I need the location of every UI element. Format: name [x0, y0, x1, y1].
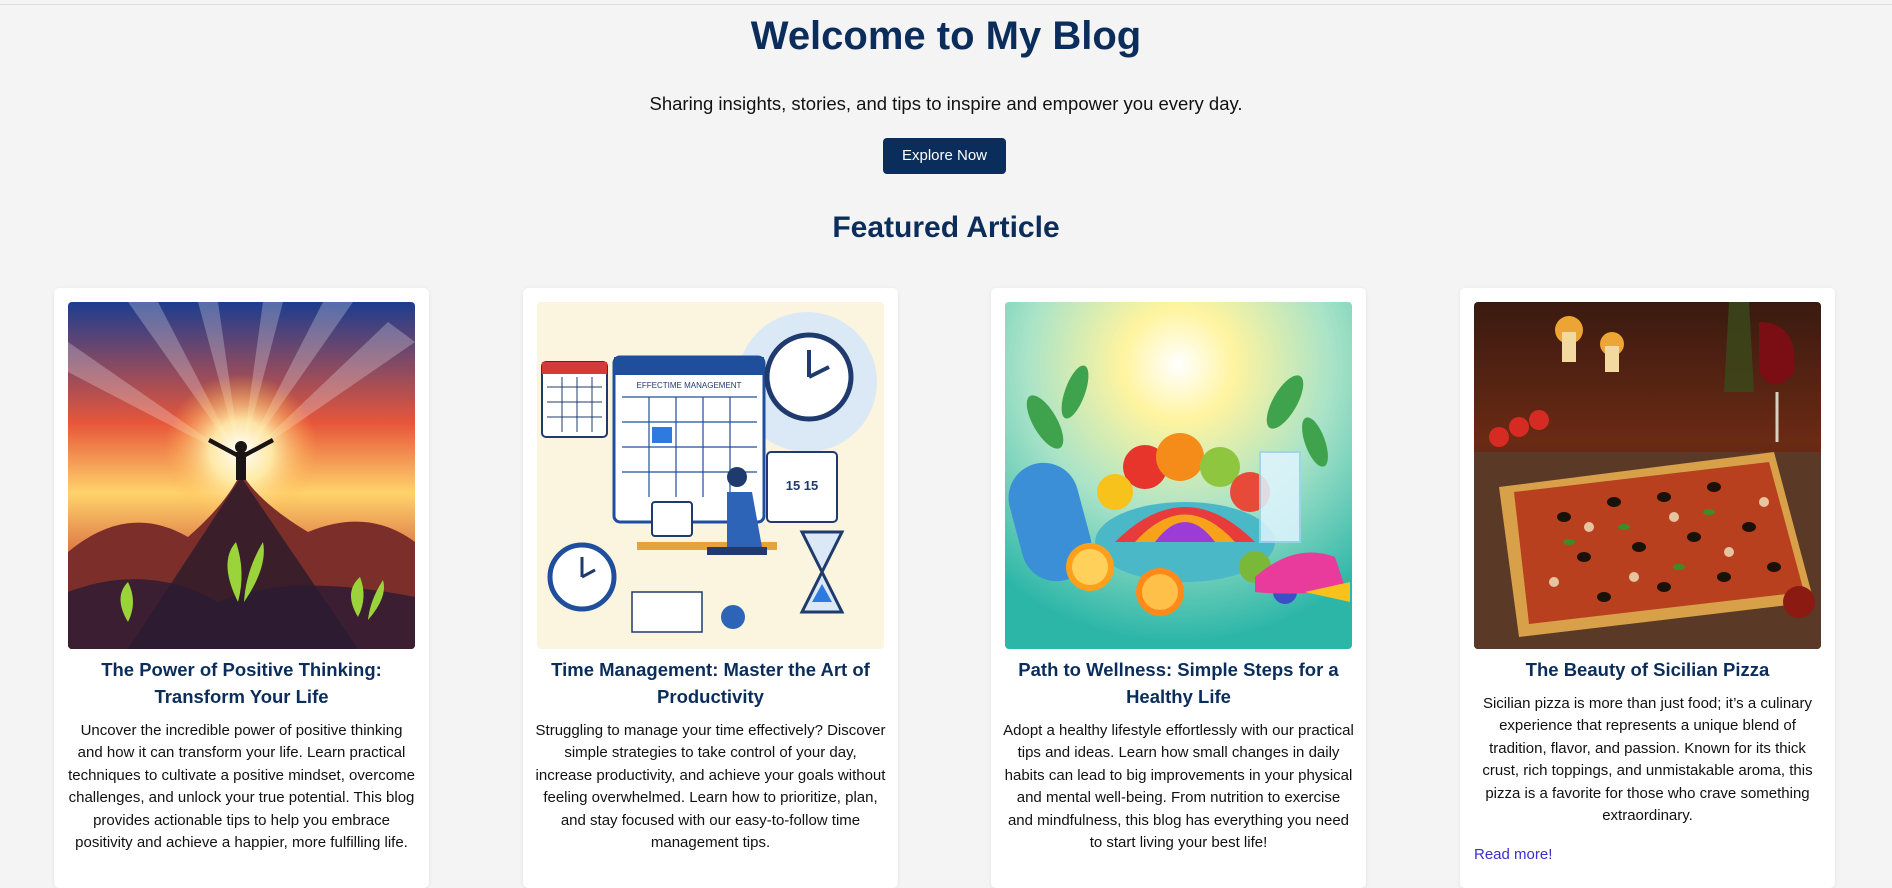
pizza-photo: [1474, 302, 1821, 649]
article-excerpt: Uncover the incredible power of positive…: [68, 722, 415, 852]
article-excerpt: Struggling to manage your time effective…: [535, 722, 886, 852]
positive-thinking-image[interactable]: [68, 302, 415, 649]
article-title[interactable]: Path to Wellness: Simple Steps for a Hea…: [1005, 656, 1352, 710]
article-title[interactable]: The Beauty of Sicilian Pizza: [1474, 656, 1821, 683]
read-more-link[interactable]: Read more!: [1474, 846, 1552, 863]
article-title[interactable]: Time Management: Master the Art of Produ…: [537, 656, 884, 710]
article-card-wellness: Path to Wellness: Simple Steps for a Hea…: [991, 288, 1366, 888]
article-card-positive-thinking: The Power of Positive Thinking: Transfor…: [54, 288, 429, 888]
svg-text:15 15: 15 15: [786, 478, 819, 493]
page-title: Welcome to My Blog: [750, 14, 1142, 58]
article-excerpt: Adopt a healthy lifestyle effortlessly w…: [1003, 722, 1354, 852]
sicilian-pizza-image[interactable]: [1474, 302, 1821, 649]
article-title[interactable]: The Power of Positive Thinking: Transfor…: [68, 656, 415, 710]
article-card-time-management: EFFECTIME MANAGEMENT 15 15 Time Manageme…: [523, 288, 898, 888]
explore-now-button[interactable]: Explore Now: [883, 138, 1006, 174]
wellness-image[interactable]: [1005, 302, 1352, 649]
featured-article-heading: Featured Article: [832, 211, 1060, 244]
calendar-banner-text: EFFECTIME MANAGEMENT: [637, 381, 742, 390]
article-excerpt: Sicilian pizza is more than just food; i…: [1482, 695, 1813, 825]
calendar-clock-illustration: EFFECTIME MANAGEMENT 15 15: [537, 302, 884, 649]
healthy-fruits-illustration: [1005, 302, 1352, 649]
time-management-image[interactable]: EFFECTIME MANAGEMENT 15 15: [537, 302, 884, 649]
top-divider: [0, 4, 1892, 5]
hero-subtitle: Sharing insights, stories, and tips to i…: [649, 93, 1243, 114]
article-card-sicilian-pizza: The Beauty of Sicilian Pizza Sicilian pi…: [1460, 288, 1835, 888]
sunrise-mountain-illustration: [68, 302, 415, 649]
